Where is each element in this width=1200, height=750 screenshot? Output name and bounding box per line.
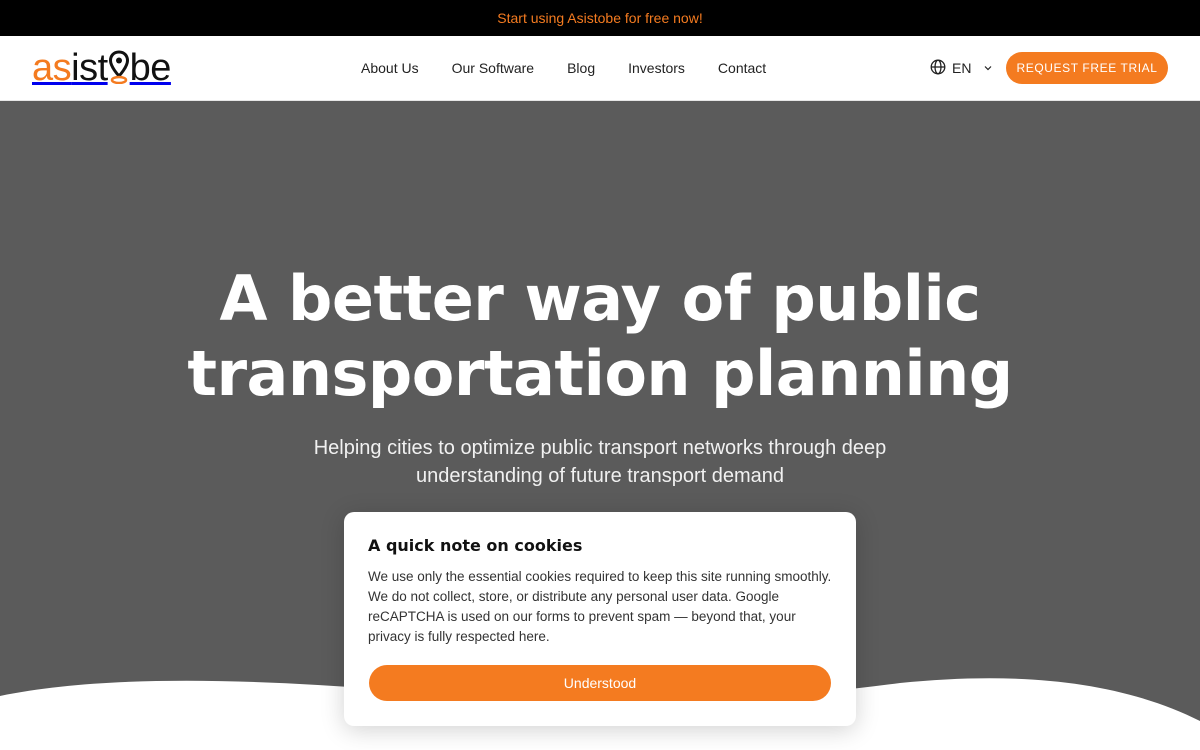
site-header: as ist be About Us Our Software Blog Inves… — [0, 36, 1200, 101]
request-free-trial-button[interactable]: REQUEST FREE TRIAL — [1006, 52, 1168, 84]
privacy-link[interactable]: here — [519, 629, 546, 644]
nav-item-about-us[interactable]: About Us — [361, 60, 419, 76]
cookie-notice: A quick note on cookies We use only the … — [344, 512, 856, 726]
main-nav: About Us Our Software Blog Investors Con… — [361, 36, 766, 100]
language-selector[interactable]: EN — [930, 36, 993, 100]
cookie-notice-body: We use only the essential cookies requir… — [368, 569, 832, 644]
nav-item-investors[interactable]: Investors — [628, 60, 685, 76]
map-pin-icon — [108, 50, 129, 85]
hero-subtitle-line-2: understanding of future transport demand — [415, 465, 785, 487]
logo-text-as: as — [32, 47, 72, 89]
chevron-down-icon — [983, 60, 993, 76]
logo[interactable]: as ist be — [32, 47, 172, 89]
understood-button[interactable]: Understood — [369, 665, 831, 701]
promo-link[interactable]: Start using Asistobe for free now! — [497, 10, 702, 26]
hero-subtitle-line-1: Helping cities to optimize public transp… — [313, 437, 887, 459]
logo-text-be: be — [129, 47, 172, 89]
language-label: EN — [952, 60, 972, 76]
nav-item-contact[interactable]: Contact — [718, 60, 766, 76]
cookie-notice-title: A quick note on cookies — [368, 536, 583, 555]
nav-item-blog[interactable]: Blog — [567, 60, 595, 76]
cookie-notice-text: We use only the essential cookies requir… — [368, 567, 832, 647]
logo-text-ist: ist — [71, 47, 108, 89]
hero-title-line-2: transportation planning — [187, 337, 1013, 410]
promo-bar: Start using Asistobe for free now! — [0, 0, 1200, 36]
globe-icon — [930, 59, 946, 78]
cookie-notice-period: . — [545, 629, 550, 644]
nav-item-our-software[interactable]: Our Software — [452, 60, 534, 76]
hero-title-line-1: A better way of public — [219, 262, 981, 335]
hero-title: A better way of public transportation pl… — [100, 261, 1100, 411]
hero-subtitle: Helping cities to optimize public transp… — [300, 434, 900, 490]
